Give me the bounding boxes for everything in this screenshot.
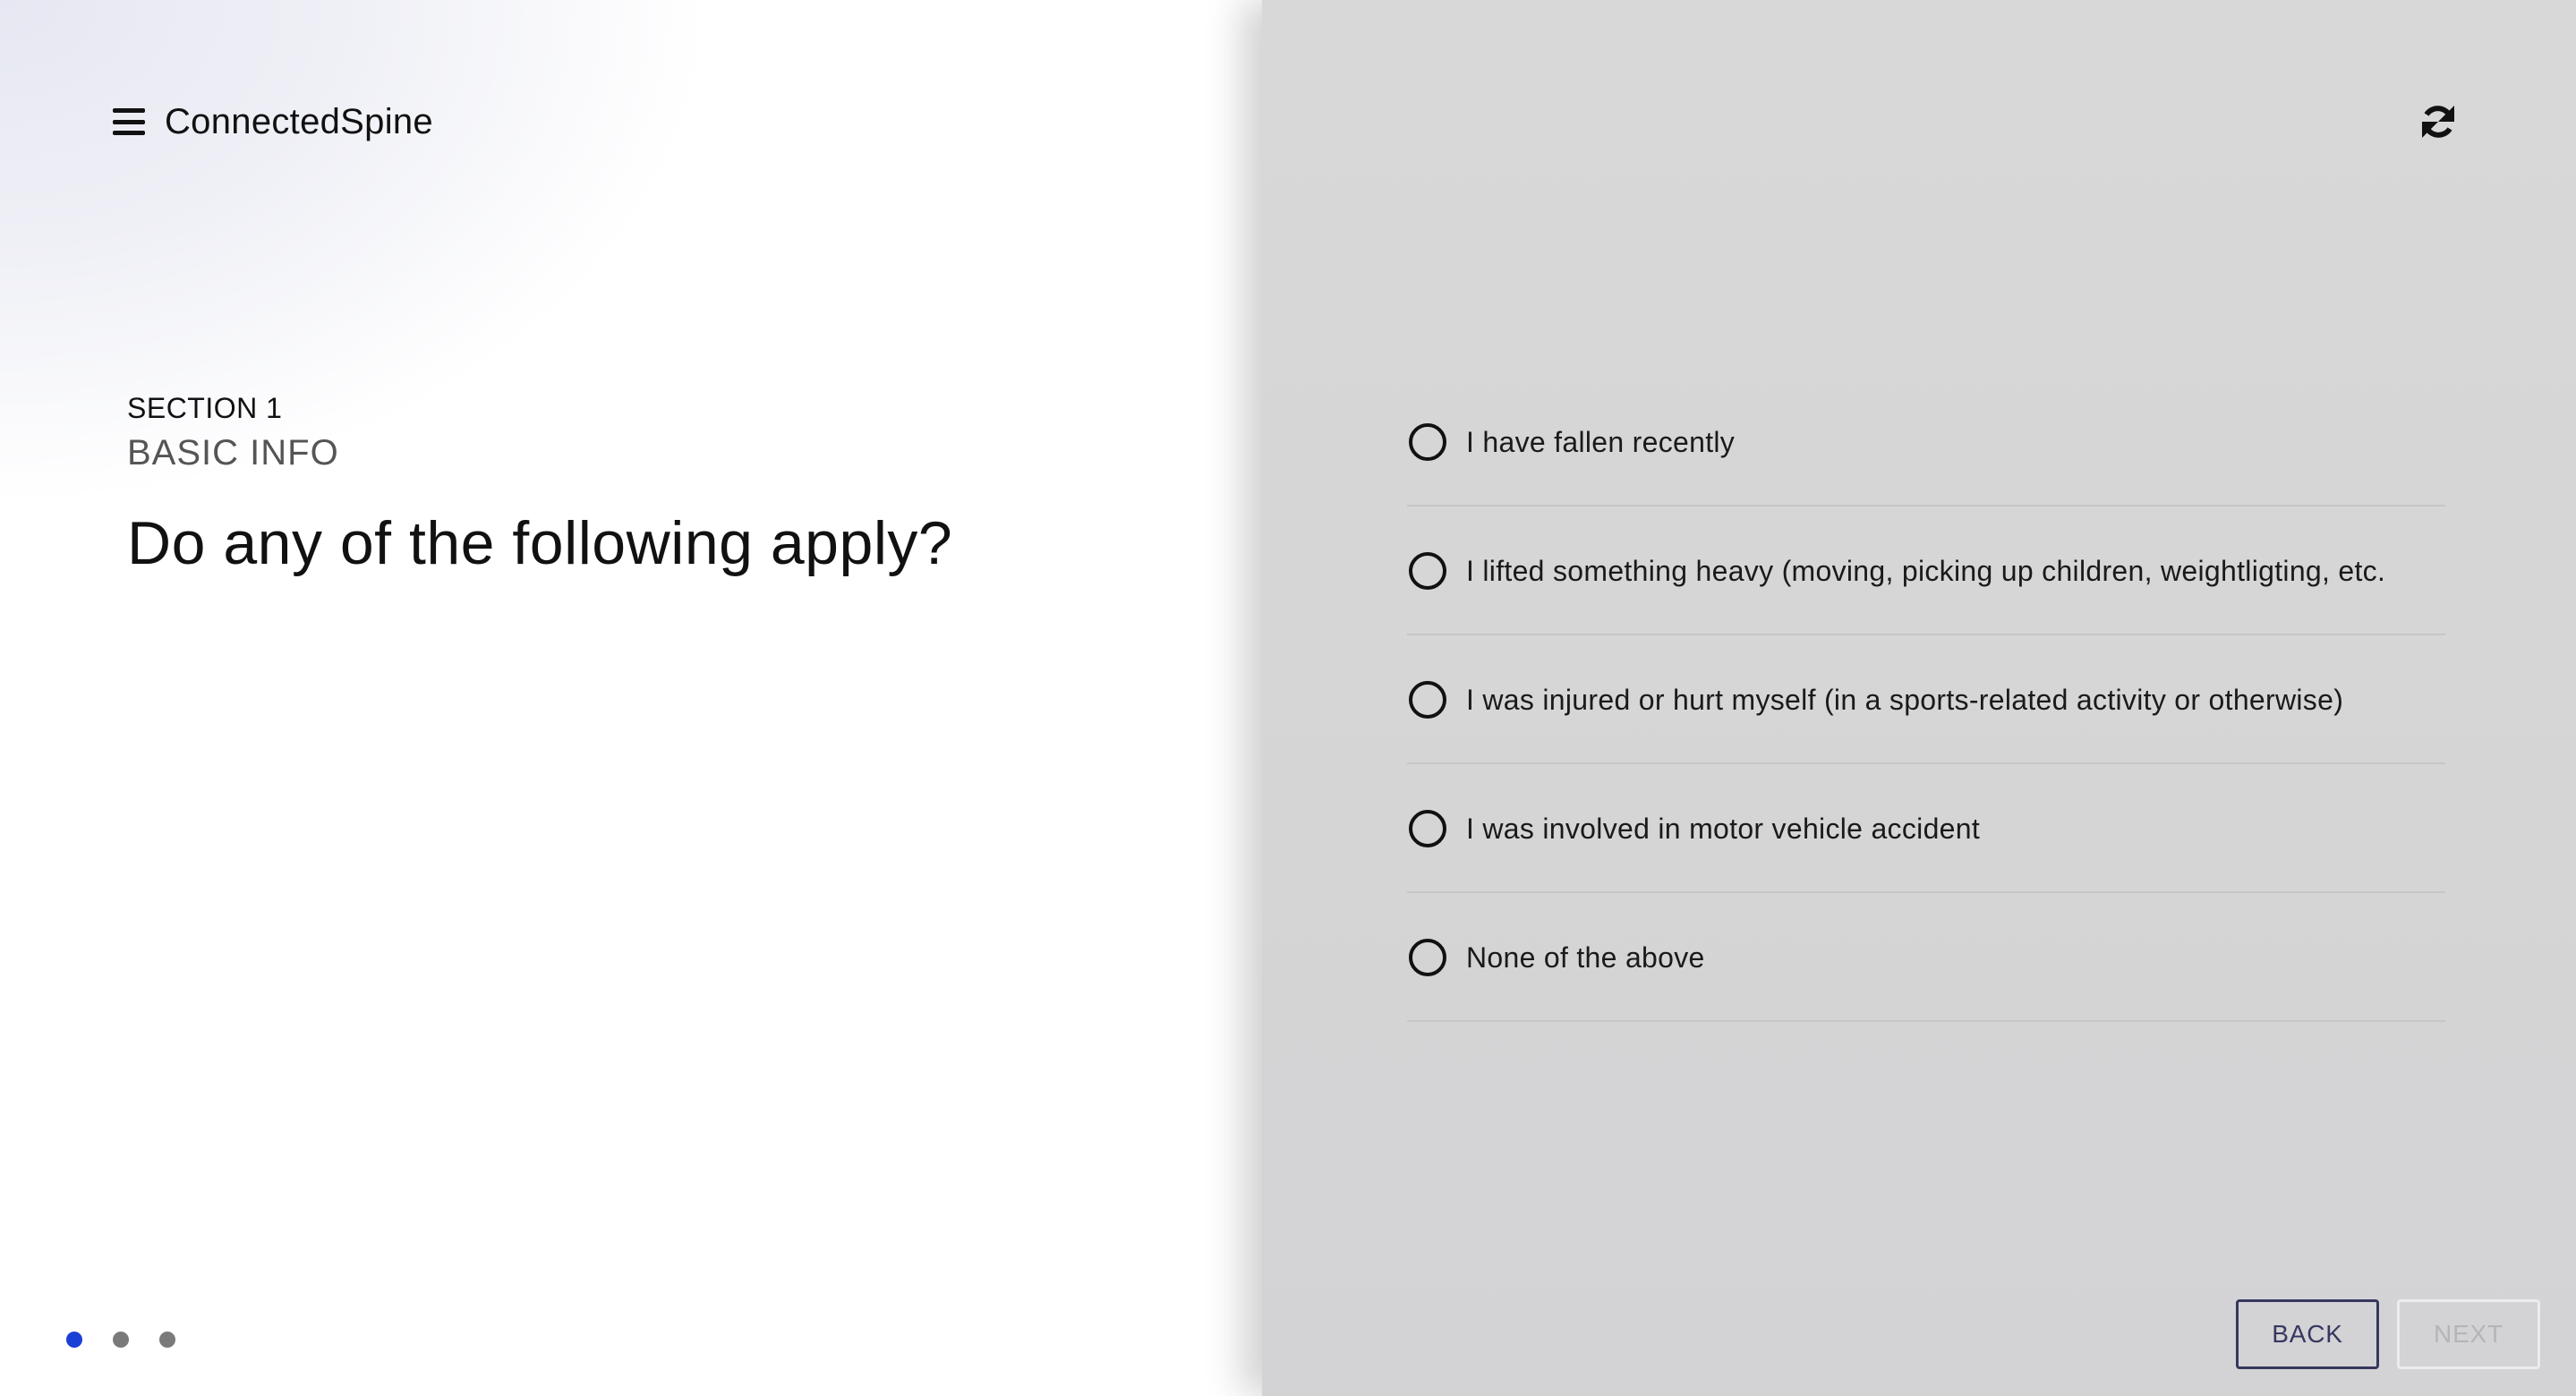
next-button[interactable]: NEXT xyxy=(2397,1299,2540,1369)
page-indicator xyxy=(66,1332,175,1348)
radio-button[interactable] xyxy=(1409,681,1446,719)
hamburger-icon[interactable] xyxy=(113,108,145,135)
option-injured[interactable]: I was injured or hurt myself (in a sport… xyxy=(1407,637,2445,764)
option-label: I was injured or hurt myself (in a sport… xyxy=(1466,683,2344,716)
right-panel: I have fallen recently I lifted somethin… xyxy=(1262,0,2576,1396)
option-label: I lifted something heavy (moving, pickin… xyxy=(1466,554,2386,587)
option-label: I was involved in motor vehicle accident xyxy=(1466,812,1981,845)
option-lifted-heavy[interactable]: I lifted something heavy (moving, pickin… xyxy=(1407,508,2445,635)
option-fallen-recently[interactable]: I have fallen recently xyxy=(1407,379,2445,506)
radio-button[interactable] xyxy=(1409,810,1446,847)
left-panel: ConnectedSpine SECTION 1 BASIC INFO Do a… xyxy=(0,0,1262,1396)
refresh-button[interactable] xyxy=(2417,100,2460,143)
option-none[interactable]: None of the above xyxy=(1407,895,2445,1022)
section-title: BASIC INFO xyxy=(127,433,339,472)
radio-button[interactable] xyxy=(1409,423,1446,461)
answer-options-list: I have fallen recently I lifted somethin… xyxy=(1407,379,2445,1024)
question-heading: Do any of the following apply? xyxy=(127,509,953,577)
refresh-icon xyxy=(2422,106,2454,138)
page-dot-1[interactable] xyxy=(66,1332,82,1348)
section-label: SECTION 1 xyxy=(127,392,283,424)
option-vehicle-accident[interactable]: I was involved in motor vehicle accident xyxy=(1407,766,2445,893)
option-label: None of the above xyxy=(1466,941,1705,974)
page-dot-2[interactable] xyxy=(113,1332,129,1348)
back-button[interactable]: BACK xyxy=(2236,1299,2379,1369)
radio-button[interactable] xyxy=(1409,939,1446,976)
page-dot-3[interactable] xyxy=(159,1332,175,1348)
app-brand-name: ConnectedSpine xyxy=(165,101,433,141)
option-label: I have fallen recently xyxy=(1466,425,1736,458)
app-header: ConnectedSpine xyxy=(113,98,433,145)
radio-button[interactable] xyxy=(1409,552,1446,590)
